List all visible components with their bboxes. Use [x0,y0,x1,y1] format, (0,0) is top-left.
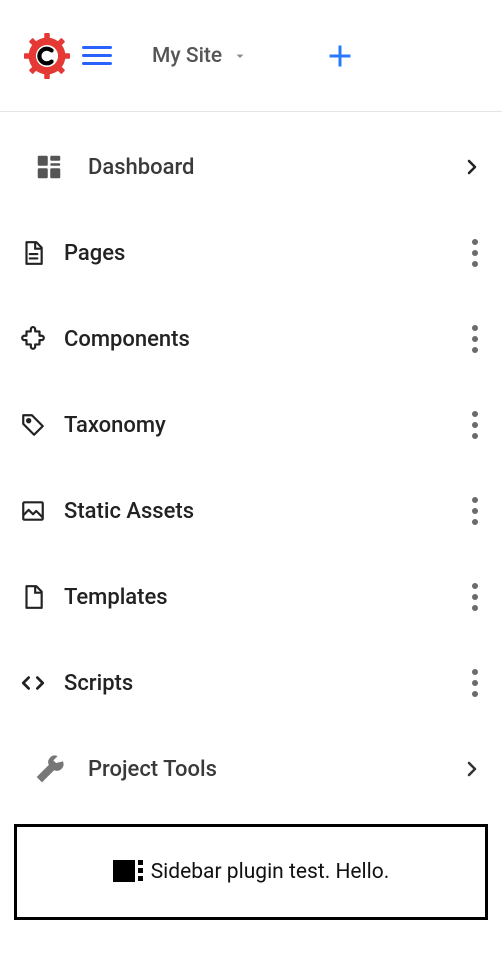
site-selector[interactable]: My Site [152,44,248,68]
sidebar-nav: Dashboard Pages Components [0,112,502,812]
nav-item-static-assets[interactable]: Static Assets [0,468,502,554]
wrench-icon [34,753,88,785]
nav-label: Templates [64,585,466,610]
nav-label: Project Tools [88,757,460,782]
dashboard-icon [34,152,88,182]
tag-icon [20,412,64,438]
page-icon [20,240,64,266]
caret-down-icon [232,48,248,64]
more-options-button[interactable] [466,491,484,531]
extension-icon [20,326,64,352]
nav-label: Static Assets [64,499,466,524]
nav-item-components[interactable]: Components [0,296,502,382]
more-options-button[interactable] [466,319,484,359]
file-icon [20,584,64,610]
app-logo-icon [24,33,70,79]
nav-item-project-tools[interactable]: Project Tools [0,726,502,812]
nav-label: Dashboard [88,155,460,180]
create-new-button[interactable] [322,38,358,74]
nav-label: Components [64,327,466,352]
more-options-button[interactable] [466,405,484,445]
nav-item-taxonomy[interactable]: Taxonomy [0,382,502,468]
nav-item-pages[interactable]: Pages [0,210,502,296]
nav-item-templates[interactable]: Templates [0,554,502,640]
nav-item-dashboard[interactable]: Dashboard [0,124,502,210]
menu-toggle-button[interactable] [82,46,112,65]
logo-group [24,33,112,79]
image-icon [20,498,64,524]
more-options-button[interactable] [466,663,484,703]
sidebar-plugin-panel: Sidebar plugin test. Hello. [14,824,488,920]
site-selector-label: My Site [152,44,222,68]
chevron-right-icon [460,155,484,179]
nav-label: Scripts [64,671,466,696]
plugin-text: Sidebar plugin test. Hello. [151,860,390,884]
more-options-button[interactable] [466,233,484,273]
chevron-right-icon [460,757,484,781]
code-icon [20,670,64,696]
app-header: My Site [0,0,502,112]
nav-label: Pages [64,241,466,266]
nav-label: Taxonomy [64,413,466,438]
more-options-button[interactable] [466,577,484,617]
widget-icon [113,858,145,886]
nav-item-scripts[interactable]: Scripts [0,640,502,726]
